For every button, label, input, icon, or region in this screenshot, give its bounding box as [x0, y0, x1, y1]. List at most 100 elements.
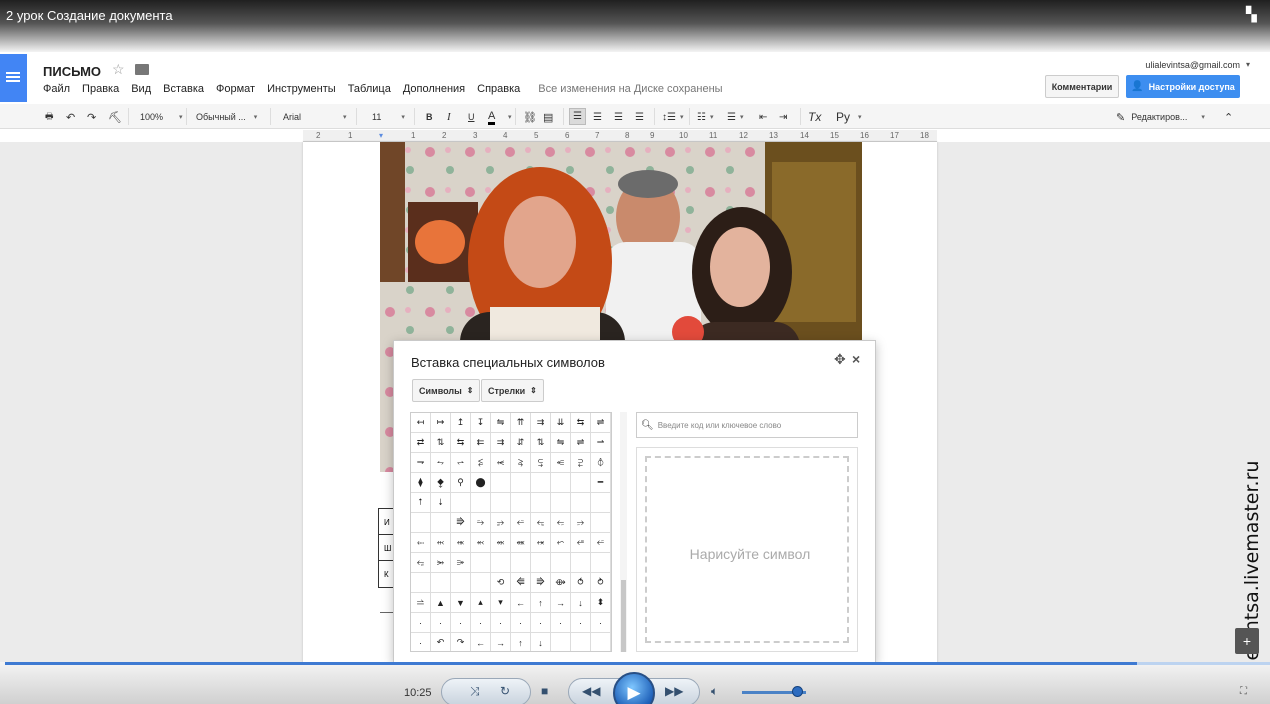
- menu-insert[interactable]: Вставка: [163, 83, 204, 95]
- symbol-cell[interactable]: ·: [591, 613, 611, 633]
- symbol-cell[interactable]: ⥊: [431, 453, 451, 473]
- move-icon[interactable]: ✥: [834, 351, 846, 368]
- symbol-cell[interactable]: ⬺: [451, 533, 471, 553]
- increase-indent-icon[interactable]: ⇥: [779, 110, 787, 124]
- menu-help[interactable]: Справка: [477, 83, 520, 95]
- menu-edit[interactable]: Правка: [82, 83, 119, 95]
- symbol-cell[interactable]: ⇈: [511, 413, 531, 433]
- symbol-cell[interactable]: [531, 553, 551, 573]
- fullscreen-icon[interactable]: ▚: [1246, 6, 1264, 24]
- repeat-icon[interactable]: ↻: [500, 684, 510, 698]
- underline-button[interactable]: U: [468, 110, 475, 124]
- symbol-cell[interactable]: [411, 573, 431, 593]
- symbol-cell[interactable]: ·: [411, 613, 431, 633]
- align-left-icon[interactable]: ☰: [569, 108, 586, 125]
- symbol-cell[interactable]: ⭈: [491, 513, 511, 533]
- next-icon[interactable]: ▶▶: [665, 684, 683, 698]
- symbol-cell[interactable]: [551, 633, 571, 651]
- symbol-cell[interactable]: →: [491, 633, 511, 651]
- symbol-cell[interactable]: ▼: [451, 593, 471, 613]
- symbol-cell[interactable]: ⬹: [431, 533, 451, 553]
- decrease-indent-icon[interactable]: ⇤: [759, 110, 767, 124]
- subcategory-select[interactable]: Стрелки ⇕: [481, 379, 544, 402]
- style-select[interactable]: Обычный ... ▾: [196, 110, 257, 124]
- symbol-cell[interactable]: ↓: [531, 633, 551, 651]
- symbol-cell[interactable]: ↓: [571, 593, 591, 613]
- symbol-cell[interactable]: ↷: [451, 633, 471, 651]
- symbol-cell[interactable]: ▲: [431, 593, 451, 613]
- zoom-select[interactable]: 100% ▾: [140, 110, 183, 124]
- symbol-cell[interactable]: ⬻: [471, 533, 491, 553]
- symbol-cell[interactable]: [591, 633, 611, 651]
- print-icon[interactable]: 🖶: [45, 110, 54, 124]
- symbol-cell[interactable]: ⥀: [571, 573, 591, 593]
- symbol-cell[interactable]: ⭇: [471, 513, 491, 533]
- symbol-cell[interactable]: ↤: [411, 413, 431, 433]
- symbol-cell[interactable]: [471, 553, 491, 573]
- symbol-cell[interactable]: [511, 473, 531, 493]
- symbol-cell[interactable]: ←: [471, 633, 491, 651]
- symbol-cell[interactable]: ·: [471, 613, 491, 633]
- symbol-cell[interactable]: [591, 513, 611, 533]
- symbol-cell[interactable]: [511, 493, 531, 513]
- previous-icon[interactable]: ◀◀: [582, 684, 600, 698]
- symbol-cell[interactable]: ·: [511, 613, 531, 633]
- symbol-cell[interactable]: [431, 513, 451, 533]
- font-select[interactable]: Arial ▾: [283, 110, 347, 124]
- symbol-cell[interactable]: ⧪: [431, 473, 451, 493]
- symbol-cell[interactable]: ⇅: [531, 433, 551, 453]
- symbol-cell[interactable]: [531, 473, 551, 493]
- symbol-cell[interactable]: ·: [431, 613, 451, 633]
- symbol-cell[interactable]: ⭄: [451, 553, 471, 573]
- document-title[interactable]: ПИСЬМО: [43, 64, 101, 79]
- symbol-cell[interactable]: ⭆: [451, 513, 471, 533]
- paint-format-icon[interactable]: ⛏: [108, 110, 122, 124]
- symbol-cell[interactable]: ⥸: [511, 453, 531, 473]
- symbol-cell[interactable]: ⬼: [491, 533, 511, 553]
- table-cell[interactable]: Ш: [379, 535, 393, 561]
- table-cell[interactable]: И: [379, 509, 393, 535]
- symbol-cell[interactable]: ⇌: [591, 413, 611, 433]
- symbol-cell[interactable]: ⇊: [551, 413, 571, 433]
- symbol-cell[interactable]: ⭡: [411, 493, 431, 513]
- symbol-cell[interactable]: ⥋: [451, 453, 471, 473]
- symbol-cell[interactable]: ⭊: [531, 513, 551, 533]
- symbol-cell[interactable]: ⭋: [551, 513, 571, 533]
- menu-format[interactable]: Формат: [216, 83, 255, 95]
- symbol-cell[interactable]: →: [551, 593, 571, 613]
- comments-button[interactable]: Комментарии: [1045, 75, 1119, 98]
- document-table[interactable]: И Ш К: [378, 508, 394, 588]
- symbol-cell[interactable]: [451, 493, 471, 513]
- menu-addons[interactable]: Дополнения: [403, 83, 465, 95]
- bold-button[interactable]: B: [426, 110, 433, 124]
- volume-slider-handle[interactable]: [792, 686, 804, 697]
- symbol-cell[interactable]: [491, 473, 511, 493]
- symbol-cell[interactable]: ⇌: [571, 433, 591, 453]
- symbol-cell[interactable]: ⭅: [511, 573, 531, 593]
- redo-icon[interactable]: ↷: [87, 110, 96, 124]
- symbol-cell[interactable]: ⇋: [491, 413, 511, 433]
- symbol-cell[interactable]: ·: [491, 613, 511, 633]
- symbol-cell[interactable]: ⭉: [511, 513, 531, 533]
- draw-symbol-area[interactable]: Нарисуйте символ: [636, 447, 858, 652]
- menu-table[interactable]: Таблица: [348, 83, 391, 95]
- symbol-cell[interactable]: ↥: [451, 413, 471, 433]
- symbol-cell[interactable]: ⇅: [431, 433, 451, 453]
- symbol-cell[interactable]: ·: [571, 613, 591, 633]
- shuffle-icon[interactable]: ⤨: [470, 684, 480, 699]
- symbol-cell[interactable]: ▴: [471, 593, 491, 613]
- symbol-cell[interactable]: ⇇: [471, 433, 491, 453]
- symbol-cell[interactable]: ⇵: [511, 433, 531, 453]
- star-icon[interactable]: ☆: [112, 61, 125, 78]
- symbol-cell[interactable]: [471, 573, 491, 593]
- symbol-cell[interactable]: ⥹: [531, 453, 551, 473]
- symbol-cell[interactable]: ⥻: [571, 453, 591, 473]
- symbol-cell[interactable]: ↑: [511, 633, 531, 651]
- folder-icon[interactable]: [135, 64, 149, 75]
- symbol-cell[interactable]: ↶: [431, 633, 451, 651]
- symbol-cell[interactable]: [411, 513, 431, 533]
- comment-icon[interactable]: ▤: [543, 110, 553, 124]
- align-center-icon[interactable]: ☰: [593, 110, 602, 124]
- symbol-cell[interactable]: ⇋: [551, 433, 571, 453]
- symbol-cell[interactable]: [591, 553, 611, 573]
